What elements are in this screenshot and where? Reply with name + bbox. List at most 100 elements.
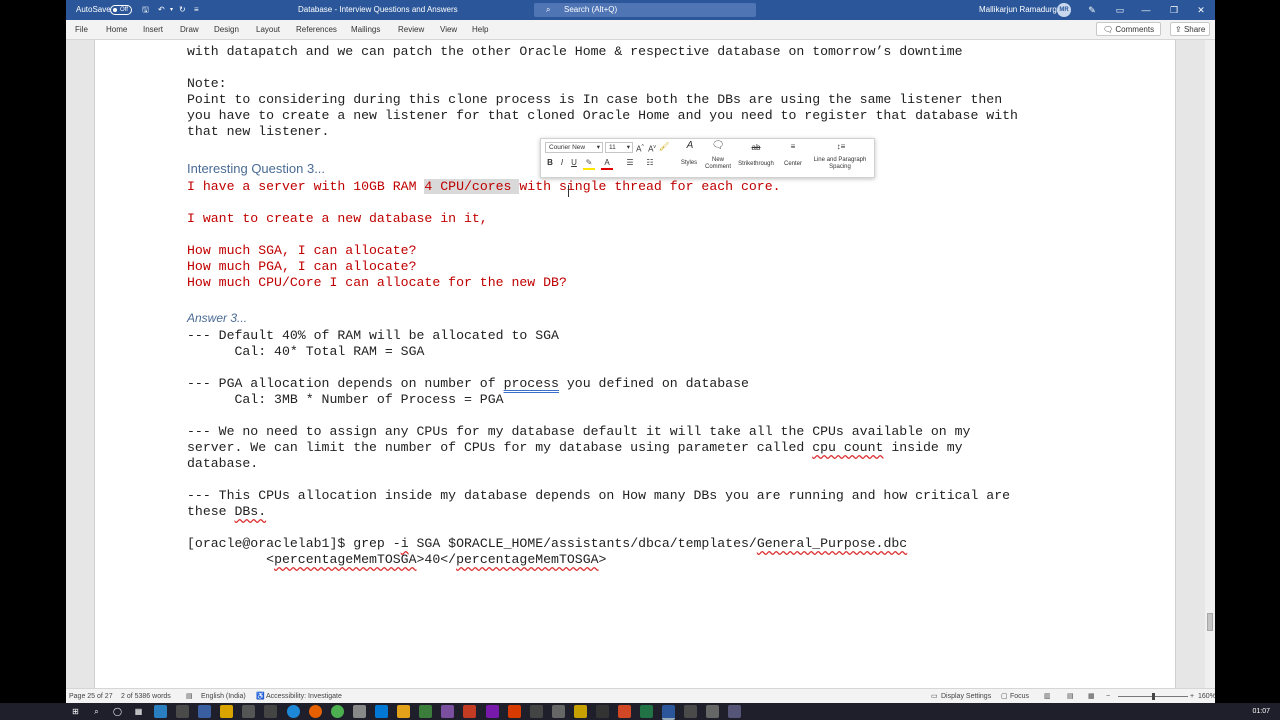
spelling-flag-cpu-count[interactable]: cpu count: [812, 440, 883, 455]
app-icon[interactable]: [441, 705, 454, 718]
app-icon[interactable]: [574, 705, 587, 718]
chrome-icon[interactable]: [331, 705, 344, 718]
app-icon[interactable]: [264, 705, 277, 718]
font-name-select[interactable]: Courier New ▾: [545, 142, 603, 153]
grow-font-icon[interactable]: A^: [635, 142, 645, 155]
spelling-flag-filename[interactable]: General_Purpose.dbc: [757, 536, 907, 551]
zoom-slider-thumb[interactable]: [1152, 693, 1155, 700]
page-count[interactable]: Page 25 of 27: [69, 689, 113, 703]
zoom-out-icon[interactable]: −: [1106, 689, 1110, 703]
app-icon[interactable]: [198, 705, 211, 718]
selected-text[interactable]: 4 CPU/cores: [424, 179, 520, 194]
tab-references[interactable]: References: [296, 20, 337, 39]
close-icon[interactable]: ✕: [1187, 0, 1215, 20]
word-icon[interactable]: [662, 705, 675, 720]
spelling-flag-dbs[interactable]: DBs.: [234, 504, 266, 519]
widgets-icon[interactable]: ▦: [132, 705, 145, 718]
print-layout-icon[interactable]: ▤: [1067, 689, 1074, 703]
display-settings[interactable]: Display Settings: [941, 689, 991, 703]
app-icon[interactable]: [353, 705, 366, 718]
tab-view[interactable]: View: [440, 20, 457, 39]
tab-draw[interactable]: Draw: [180, 20, 199, 39]
focus-mode[interactable]: Focus: [1010, 689, 1029, 703]
avatar[interactable]: MR: [1057, 3, 1071, 17]
app-icon[interactable]: [463, 705, 476, 718]
font-color-icon[interactable]: A: [601, 158, 613, 170]
tab-design[interactable]: Design: [214, 20, 239, 39]
underline-button[interactable]: U: [569, 158, 579, 168]
zoom-in-icon[interactable]: +: [1190, 689, 1194, 703]
shrink-font-icon[interactable]: Av: [647, 142, 657, 155]
scrollbar-thumb[interactable]: [1207, 613, 1213, 631]
customize-toolbar-icon[interactable]: ≡: [194, 0, 199, 20]
app-icon[interactable]: [706, 705, 719, 718]
tab-insert[interactable]: Insert: [143, 20, 163, 39]
maximize-icon[interactable]: ❐: [1160, 0, 1188, 20]
file-explorer-icon[interactable]: [220, 705, 233, 718]
redo-icon[interactable]: ↻: [179, 0, 186, 20]
new-comment-label[interactable]: New Comment: [701, 157, 735, 171]
tab-mailings[interactable]: Mailings: [351, 20, 380, 39]
strikethrough-icon[interactable]: ab: [746, 143, 766, 153]
line-spacing-label[interactable]: Line and Paragraph Spacing: [807, 157, 873, 171]
numbering-icon[interactable]: ☷: [643, 158, 657, 168]
tab-file[interactable]: File: [75, 20, 88, 39]
format-painter-icon[interactable]: 🖌: [659, 142, 669, 152]
minimize-icon[interactable]: —: [1132, 0, 1160, 20]
vertical-scrollbar[interactable]: [1205, 40, 1215, 688]
app-icon[interactable]: [618, 705, 631, 718]
user-name[interactable]: Mallikarjun Ramadurg: [979, 0, 1057, 20]
search-box[interactable]: ⌕ Search (Alt+Q): [534, 3, 756, 17]
italic-button[interactable]: I: [557, 158, 567, 168]
tab-home[interactable]: Home: [106, 20, 127, 39]
app-icon[interactable]: [530, 705, 543, 718]
app-icon[interactable]: [552, 705, 565, 718]
web-layout-icon[interactable]: ▦: [1088, 689, 1095, 703]
zoom-level[interactable]: 160%: [1198, 689, 1215, 703]
grammar-flag-process[interactable]: process: [504, 376, 559, 391]
share-button[interactable]: ⇪ Share: [1170, 22, 1211, 36]
styles-icon[interactable]: A: [679, 141, 701, 151]
app-icon[interactable]: [154, 705, 167, 718]
autosave-toggle[interactable]: Off: [110, 5, 132, 15]
app-icon[interactable]: [596, 705, 609, 718]
excel-icon[interactable]: [640, 705, 653, 718]
search-icon[interactable]: ⌕: [90, 705, 103, 718]
app-icon[interactable]: [508, 705, 521, 718]
zoom-slider[interactable]: [1118, 693, 1188, 700]
font-size-select[interactable]: 11 ▾: [605, 142, 633, 153]
app-icon[interactable]: [419, 705, 432, 718]
edge-icon[interactable]: [287, 705, 300, 718]
center-align-icon[interactable]: ≡: [785, 142, 801, 152]
highlight-icon[interactable]: ✎: [583, 158, 595, 170]
app-icon[interactable]: [176, 705, 189, 718]
document-page[interactable]: with datapatch and we can patch the othe…: [94, 40, 1176, 688]
save-icon[interactable]: 🖫: [142, 0, 149, 20]
new-comment-icon[interactable]: 🗨: [708, 141, 728, 151]
tab-review[interactable]: Review: [398, 20, 424, 39]
comments-button[interactable]: 🗨 Comments: [1096, 22, 1162, 36]
app-icon[interactable]: [728, 705, 741, 718]
bullets-icon[interactable]: ☰: [623, 158, 637, 168]
bold-button[interactable]: B: [545, 158, 555, 168]
read-mode-icon[interactable]: ▥: [1044, 689, 1051, 703]
undo-dropdown-icon[interactable]: ▾: [170, 0, 173, 20]
ribbon-display-icon[interactable]: ▭: [1106, 0, 1134, 20]
proofing-icon[interactable]: ▤: [186, 689, 193, 703]
word-count[interactable]: 2 of 5386 words: [121, 689, 171, 703]
undo-icon[interactable]: ↶: [158, 0, 165, 20]
app-icon[interactable]: [375, 705, 388, 718]
app-icon[interactable]: [684, 705, 697, 718]
accessibility-status[interactable]: Accessibility: Investigate: [266, 689, 342, 703]
windows-start-icon[interactable]: ⊞: [69, 705, 82, 718]
task-view-icon[interactable]: ◯: [111, 705, 124, 718]
language[interactable]: English (India): [201, 689, 246, 703]
firefox-icon[interactable]: [309, 705, 322, 718]
pen-icon[interactable]: ✎: [1078, 0, 1106, 20]
onenote-icon[interactable]: [486, 705, 499, 718]
tab-layout[interactable]: Layout: [256, 20, 280, 39]
tab-help[interactable]: Help: [472, 20, 488, 39]
app-icon[interactable]: [242, 705, 255, 718]
app-icon[interactable]: [397, 705, 410, 718]
line-spacing-icon[interactable]: ↕≡: [831, 142, 851, 152]
